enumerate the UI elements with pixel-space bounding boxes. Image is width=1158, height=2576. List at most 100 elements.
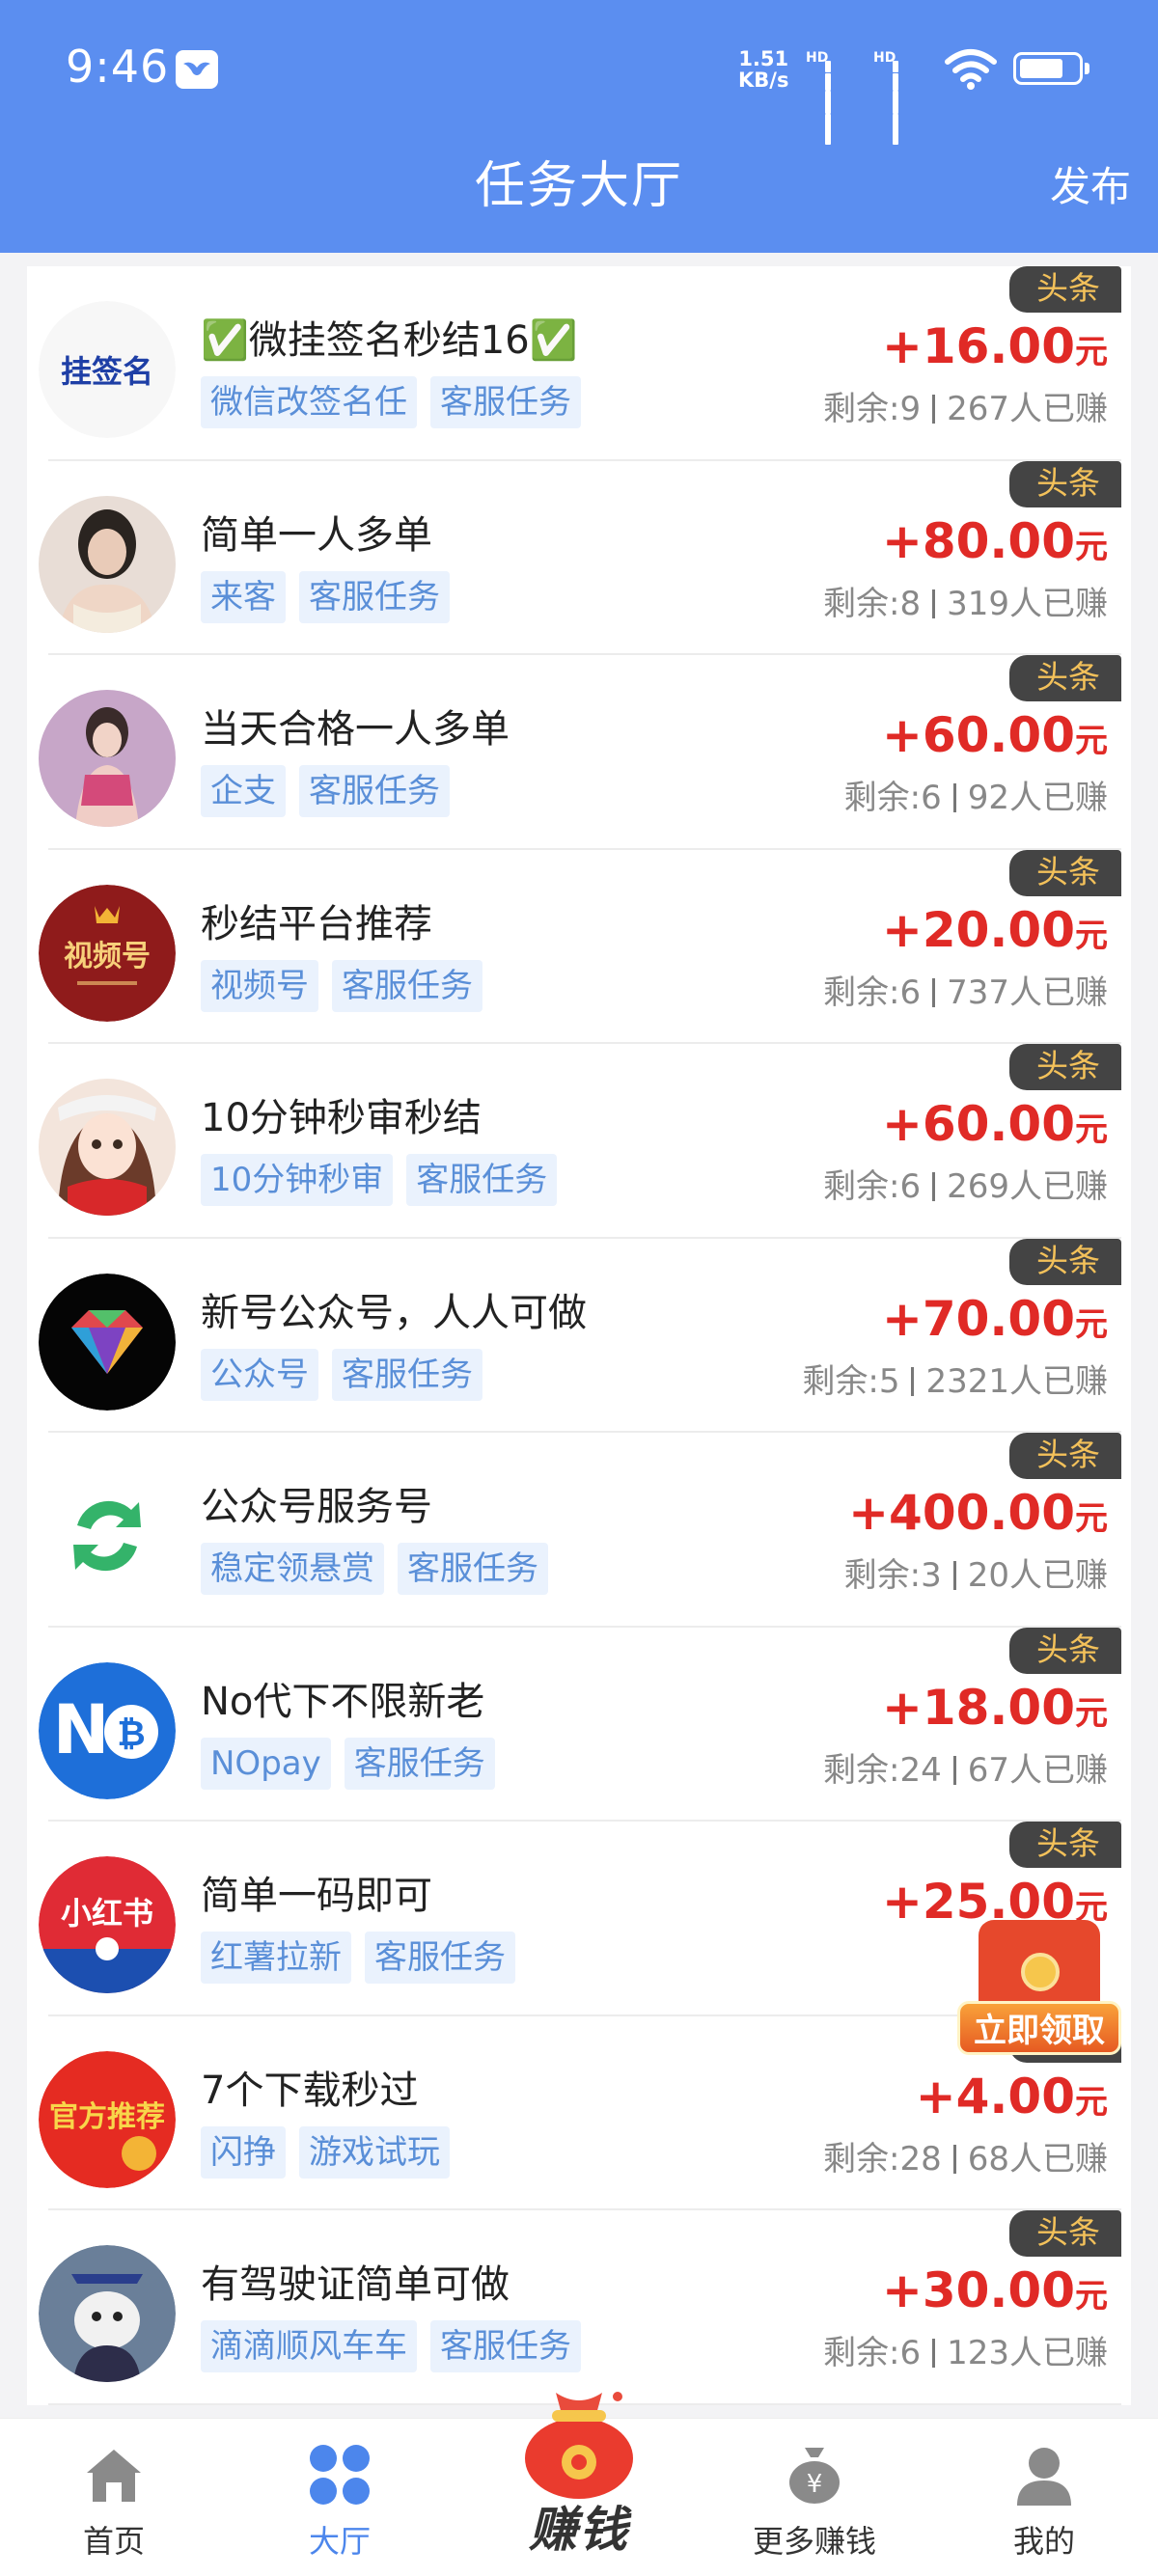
task-reward-amount: +20.00 (881, 901, 1075, 958)
task-tag: 视频号 (201, 959, 318, 1012)
task-avatar-xiaohongshu-logo: 小红书 (39, 1856, 176, 1993)
task-card[interactable]: 简单一人多单 来客 客服任务 头条 +80.00元 剩余:8 319人已赚 (39, 460, 1121, 655)
task-earned-count: 20人已赚 (967, 1556, 1108, 1595)
nav-mine[interactable]: 我的 (967, 2419, 1121, 2576)
task-reward: +80.00元 (882, 513, 1108, 569)
meta-separator (911, 1366, 915, 1396)
task-remaining: 剩余:6 (823, 973, 922, 1012)
task-title: 7个下载秒过 (201, 2068, 419, 2113)
task-earned-count: 67人已赚 (967, 1750, 1108, 1790)
meta-separator (932, 1172, 936, 1201)
meta-separator (932, 2339, 936, 2368)
svg-text:₿: ₿ (117, 1714, 145, 1754)
avatar-text: 视频号 (64, 940, 151, 973)
task-reward-amount: +60.00 (881, 707, 1075, 763)
task-meta: 剩余:5 2321人已赚 (802, 1355, 1108, 1402)
task-remaining: 剩余:3 (843, 1556, 942, 1595)
task-earned-count: 123人已赚 (947, 2334, 1108, 2372)
task-tag: 红薯拉新 (201, 1932, 351, 1984)
task-card[interactable]: 有驾驶证简单可做 滴滴顺风车车 客服任务 头条 +30.00元 剩余:6 123人已… (39, 2210, 1121, 2405)
task-title: 当天合格一人多单 (201, 707, 510, 752)
task-tags: 公众号 客服任务 (201, 1348, 482, 1401)
meta-separator (952, 1755, 956, 1785)
task-tag: 稳定领悬赏 (201, 1543, 384, 1595)
nav-home-label: 首页 (82, 2523, 145, 2560)
task-meta: 剩余:28 68人已赚 (823, 2132, 1108, 2179)
task-tag: 闪挣 (201, 2125, 286, 2179)
task-tags: 视频号 客服任务 (201, 959, 482, 1012)
task-meta: 剩余:24 67人已赚 (823, 1743, 1108, 1791)
task-reward-amount: +70.00 (881, 1290, 1075, 1347)
task-tag: 10分钟秒审 (201, 1154, 394, 1206)
task-avatar-diamond-logo (39, 1273, 176, 1411)
task-title: 10分钟秒审秒结 (201, 1096, 482, 1140)
task-card[interactable]: 挂签名 ✅微挂签名秒结16✅ 微信改签名任 客服任务 头条 +16.00元 剩余:… (39, 266, 1121, 461)
publish-button[interactable]: 发布 (1050, 154, 1131, 213)
avatar-text: 挂签名 (61, 353, 153, 390)
task-avatar-nopay-logo: N ₿ (39, 1661, 176, 1799)
task-tags: 闪挣 游戏试玩 (201, 2125, 450, 2179)
task-meta: 剩余:6 737人已赚 (823, 966, 1108, 1013)
task-title: ✅微挂签名秒结16✅ (201, 318, 578, 363)
task-reward-unit: 元 (1075, 527, 1108, 566)
task-tag: 客服任务 (332, 1348, 482, 1401)
headline-badge: 头条 (1009, 1044, 1121, 1090)
task-avatar-person-photo (39, 495, 176, 633)
task-reward-unit: 元 (1075, 1110, 1108, 1149)
task-earned-count: 267人已赚 (947, 390, 1108, 428)
nav-home[interactable]: 首页 (37, 2419, 191, 2576)
coin-icon (1021, 1953, 1060, 1991)
task-meta: 剩余:9 267人已赚 (823, 382, 1108, 429)
headline-badge: 头条 (1009, 460, 1121, 507)
task-reward-unit: 元 (1075, 916, 1108, 955)
task-tags: 10分钟秒审 客服任务 (201, 1154, 558, 1206)
task-list: 挂签名 ✅微挂签名秒结16✅ 微信改签名任 客服任务 头条 +16.00元 剩余:… (27, 266, 1131, 2405)
task-remaining: 剩余:5 (802, 1361, 900, 1401)
task-card[interactable]: 10分钟秒审秒结 10分钟秒审 客服任务 头条 +60.00元 剩余:6 269人已… (39, 1044, 1121, 1239)
meta-separator (952, 1561, 956, 1590)
nav-hall[interactable]: 大厅 (262, 2419, 417, 2576)
claim-label: 立即领取 (957, 2001, 1121, 2055)
task-card[interactable]: 公众号服务号 稳定领悬赏 客服任务 头条 +400.00元 剩余:3 20人已赚 (48, 1433, 1121, 1628)
meta-separator (952, 783, 956, 812)
task-card[interactable]: 视频号 秒结平台推荐 视频号 客服任务 头条 +20.00元 剩余:6 737人已赚 (39, 849, 1121, 1044)
task-title: 简单一人多单 (201, 512, 432, 558)
nav-earn-label[interactable]: 赚钱 (502, 2491, 656, 2561)
task-title: 有驾驶证简单可做 (201, 2262, 510, 2307)
task-reward-amount: +400.00 (848, 1485, 1075, 1541)
bird-notification-icon (176, 50, 218, 89)
task-avatar-official-recommend-logo: 官方推荐 (39, 2050, 176, 2188)
nav-more-earn-label: 更多赚钱 (752, 2523, 876, 2560)
svg-text:¥: ¥ (807, 2470, 823, 2499)
task-reward: +60.00元 (882, 707, 1108, 763)
task-reward: +4.00元 (916, 2069, 1108, 2124)
lucky-bag-icon[interactable] (517, 2387, 641, 2501)
task-reward: +20.00元 (882, 902, 1108, 958)
task-remaining: 剩余:6 (823, 1167, 922, 1206)
task-reward-unit: 元 (1075, 1304, 1108, 1344)
task-avatar-dog-photo (39, 2245, 176, 2382)
task-tags: 红薯拉新 客服任务 (201, 1932, 515, 1984)
net-speed-value: 1.51 (738, 47, 789, 70)
task-tag: 企支 (201, 765, 286, 817)
wifi-icon (945, 49, 997, 90)
task-card[interactable]: 当天合格一人多单 企支 客服任务 头条 +60.00元 剩余:6 92人已赚 (39, 655, 1121, 850)
task-card[interactable]: 新号公众号，人人可做 公众号 客服任务 头条 +70.00元 剩余:5 2321人已… (39, 1238, 1121, 1433)
meta-separator (932, 589, 936, 618)
task-tag: 客服任务 (398, 1543, 548, 1595)
task-meta: 剩余:3 20人已赚 (844, 1548, 1108, 1596)
task-tag: 来客 (201, 570, 286, 623)
task-reward-amount: +30.00 (881, 2262, 1075, 2318)
task-reward-unit: 元 (1075, 333, 1108, 371)
task-tag: 滴滴顺风车车 (201, 2320, 417, 2372)
task-tag: NOpay (201, 1737, 331, 1790)
task-tags: 企支 客服任务 (201, 765, 450, 817)
task-avatar-video-channel-logo: 视频号 (39, 884, 176, 1022)
task-remaining: 剩余:6 (823, 2334, 922, 2372)
nav-mine-label: 我的 (1012, 2523, 1075, 2560)
task-card[interactable]: N ₿ No代下不限新老 NOpay 客服任务 头条 +18.00元 剩余:24 67… (39, 1627, 1121, 1822)
nav-more-earn[interactable]: ¥ 更多赚钱 (737, 2419, 892, 2576)
person-icon (1017, 2448, 1071, 2506)
claim-red-envelope-button[interactable]: 立即领取 (957, 1920, 1121, 2065)
task-reward-unit: 元 (1075, 1693, 1108, 1733)
